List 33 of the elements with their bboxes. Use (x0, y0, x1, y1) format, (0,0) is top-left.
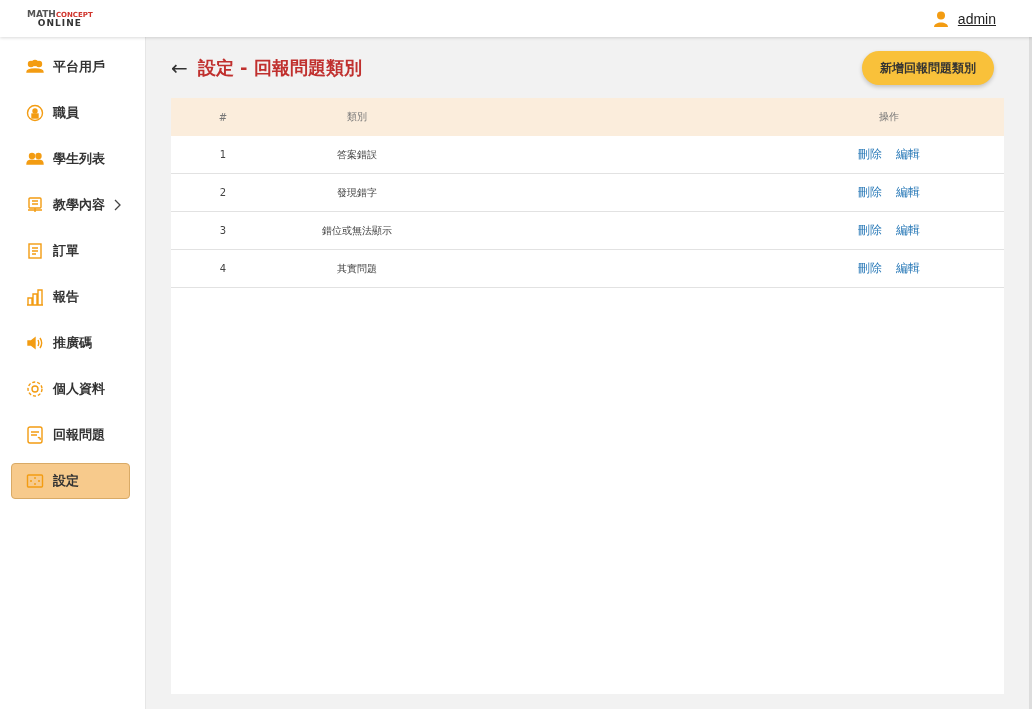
table-cell-text: 發現錯字 (336, 185, 378, 200)
action-link[interactable]: 編輯 (896, 146, 920, 163)
column-header: # (217, 111, 229, 123)
page-title: 設定 - 回報問題類別 (197, 56, 362, 80)
table-cell-text: 3 (218, 225, 228, 236)
sidebar-item[interactable]: 推廣碼 (11, 325, 130, 361)
sidebar-item[interactable]: 平台用戶 (11, 49, 130, 85)
column-header: 類別 (346, 110, 368, 124)
user-link[interactable]: admin (957, 10, 996, 27)
action-link[interactable]: 刪除 (858, 184, 882, 201)
add-category-button[interactable]: 新增回報問題類別 (862, 51, 994, 85)
table-cell-text: 其實問題 (336, 261, 378, 276)
action-link[interactable]: 刪除 (858, 222, 882, 239)
sidebar-item[interactable]: 設定 (11, 463, 130, 499)
table-cell-text: 4 (218, 263, 228, 274)
sidebar-item[interactable]: 個人資料 (11, 371, 130, 407)
table-cell-text: 答案錯誤 (336, 147, 378, 162)
action-link[interactable]: 刪除 (858, 260, 882, 277)
sidebar-item[interactable]: 報告 (11, 279, 130, 315)
action-link[interactable]: 編輯 (896, 222, 920, 239)
action-link[interactable]: 編輯 (896, 260, 920, 277)
action-link[interactable]: 刪除 (858, 146, 882, 163)
sidebar-item[interactable]: 回報問題 (11, 417, 130, 453)
back-arrow[interactable]: ← (171, 56, 188, 80)
sidebar-item[interactable]: 教學內容 (11, 187, 130, 223)
table-cell-text: 1 (218, 149, 228, 160)
sidebar-item[interactable]: 職員 (11, 95, 130, 131)
column-header: 操作 (878, 110, 900, 124)
sidebar-item[interactable]: 學生列表 (11, 141, 130, 177)
table-cell-text: 錯位或無法顯示 (321, 223, 393, 238)
action-link[interactable]: 編輯 (896, 184, 920, 201)
sidebar-item[interactable]: 訂單 (11, 233, 130, 269)
table-cell-text: 2 (218, 187, 228, 198)
